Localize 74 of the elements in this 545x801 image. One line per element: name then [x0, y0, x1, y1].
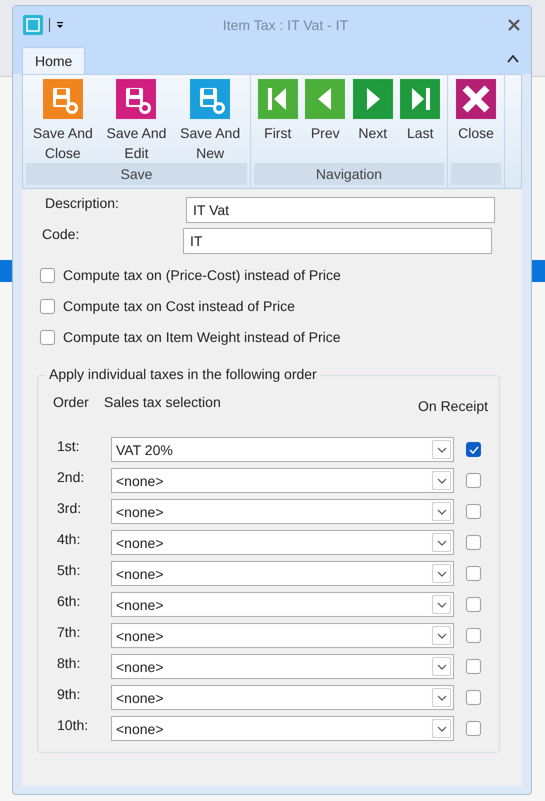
close-icon — [456, 79, 496, 119]
skip-forward-icon — [400, 79, 440, 119]
receipt-checkbox[interactable] — [466, 659, 481, 674]
tax-dropdown[interactable]: <none> — [111, 592, 454, 617]
order-label: 2nd: — [56, 468, 86, 484]
receipt-checkbox[interactable] — [466, 535, 481, 550]
receipt-checkbox[interactable] — [466, 721, 481, 736]
chevron-down-icon — [436, 694, 446, 700]
tax-dropdown[interactable]: <none> — [111, 716, 454, 741]
receipt-checkbox[interactable] — [466, 566, 481, 581]
chevron-down-icon — [436, 570, 446, 576]
description-field[interactable]: IT Vat — [186, 197, 495, 223]
ribbon-button[interactable]: First — [256, 79, 299, 143]
column-header: Sales tax selection — [104, 394, 221, 410]
field-label: Description: — [44, 195, 120, 211]
field-label: Code: — [41, 226, 80, 242]
column-header: On Receipt — [418, 398, 488, 414]
ribbon-button[interactable]: Next — [352, 79, 394, 143]
tax-dropdown[interactable]: VAT 20% — [111, 437, 454, 462]
ribbon-button[interactable]: Save And New — [177, 79, 244, 163]
order-label: 9th: — [56, 686, 82, 702]
ribbon-tab[interactable]: Home — [22, 47, 86, 74]
close-icon[interactable] — [507, 19, 521, 31]
window-title: Item Tax : IT Vat - IT — [222, 17, 350, 33]
group-label: Navigation — [254, 163, 444, 185]
checkbox-label: Compute tax on (Price-Cost) instead of Price — [63, 267, 341, 283]
chevron-down-icon — [436, 508, 446, 514]
dropdown-icon[interactable] — [56, 21, 64, 29]
order-label: 4th: — [56, 530, 82, 546]
chevron-down-icon — [436, 726, 446, 732]
chevron-down-icon — [436, 478, 446, 484]
skip-back-icon — [258, 79, 298, 119]
checkmark-icon — [468, 446, 478, 454]
checkbox-label: Compute tax on Item Weight instead of Price — [63, 329, 341, 345]
chevron-down-icon — [436, 602, 446, 608]
chevron-down-icon — [436, 446, 446, 452]
checkbox[interactable] — [40, 268, 55, 282]
checkbox[interactable] — [40, 330, 55, 344]
tax-dropdown[interactable]: <none> — [111, 561, 454, 586]
receipt-checkbox[interactable] — [466, 597, 481, 612]
collapse-icon[interactable] — [507, 54, 519, 63]
group-label: Save — [26, 163, 247, 185]
ribbon-button[interactable]: Save And Close — [30, 79, 96, 163]
order-label: 8th: — [56, 654, 82, 670]
checkbox[interactable] — [40, 298, 55, 314]
chevron-down-icon — [436, 664, 446, 670]
tax-dropdown[interactable]: <none> — [111, 499, 454, 524]
receipt-checkbox[interactable] — [466, 442, 481, 457]
app-icon — [23, 15, 43, 35]
receipt-checkbox[interactable] — [466, 473, 481, 488]
tax-dropdown[interactable]: <none> — [111, 530, 454, 555]
group-title: Apply individual taxes in the following order — [46, 366, 320, 382]
receipt-checkbox[interactable] — [466, 690, 481, 705]
order-label: 6th: — [56, 592, 82, 608]
ribbon-button[interactable]: Last — [399, 79, 442, 143]
chevron-down-icon — [436, 540, 446, 546]
order-label: 10th: — [56, 716, 90, 732]
order-label: 5th: — [56, 562, 82, 578]
order-label: 3rd: — [56, 500, 82, 516]
ribbon-button[interactable]: Prev — [304, 79, 346, 143]
ribbon-button[interactable]: Save And Edit — [103, 79, 170, 163]
tax-dropdown[interactable]: <none> — [111, 623, 454, 648]
order-label: 7th: — [56, 624, 82, 640]
tax-dropdown[interactable]: <none> — [111, 685, 454, 710]
chevron-down-icon — [436, 632, 446, 638]
receipt-checkbox[interactable] — [466, 504, 481, 519]
tax-dropdown[interactable]: <none> — [111, 468, 454, 493]
order-label: 1st: — [56, 438, 81, 454]
code-field[interactable]: IT — [183, 228, 492, 254]
column-header: Order — [53, 394, 89, 410]
checkbox-label: Compute tax on Cost instead of Price — [63, 298, 295, 314]
ribbon-button[interactable]: Close — [455, 79, 497, 143]
receipt-checkbox[interactable] — [466, 628, 481, 643]
tax-dropdown[interactable]: <none> — [111, 654, 454, 679]
